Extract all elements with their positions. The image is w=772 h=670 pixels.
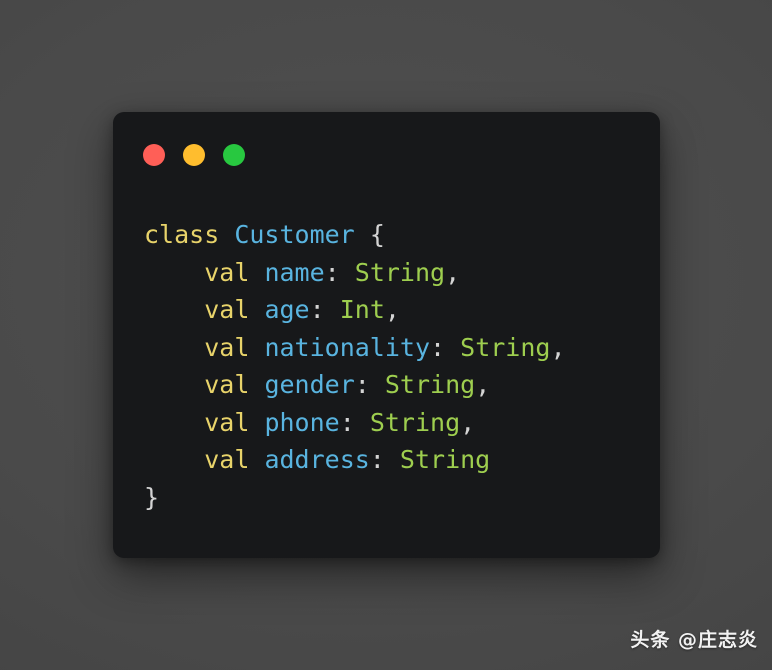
code-token-type: Int [339, 295, 385, 324]
code-token-punct: , [384, 295, 400, 324]
code-token-keyword: val [204, 370, 250, 399]
code-token-punct: , [550, 332, 566, 362]
code-line: val nationality: String, [144, 329, 660, 367]
code-token-punct: , [460, 407, 476, 437]
code-line: } [144, 479, 660, 517]
code-token-keyword: val [204, 407, 250, 437]
window-titlebar [113, 112, 660, 198]
code-token-keyword: val [204, 445, 250, 474]
code-line: val age: Int, [144, 291, 660, 329]
code-token-punct: : [354, 370, 370, 399]
code-line: val gender: String, [144, 366, 660, 404]
code-token-ident: name [264, 257, 325, 287]
code-token-ident: Customer [234, 220, 355, 249]
code-token-punct: : [324, 257, 340, 287]
code-line: val address: String [144, 441, 660, 479]
close-window-button[interactable] [143, 144, 165, 166]
maximize-window-button[interactable] [223, 144, 245, 166]
code-token-keyword: class [144, 220, 220, 249]
code-token-ident: nationality [264, 332, 431, 362]
code-token-punct: : [369, 445, 385, 474]
code-token-ident: phone [264, 407, 340, 437]
code-token-keyword: val [204, 257, 250, 287]
code-block: class Customer { val name: String, val a… [144, 216, 660, 516]
code-token-punct: } [144, 482, 160, 512]
code-token-type: String [354, 257, 446, 287]
code-token-ident: address [264, 445, 370, 474]
code-window: class Customer { val name: String, val a… [113, 112, 660, 558]
code-token-type: String [369, 407, 461, 437]
code-token-punct: : [309, 295, 325, 324]
code-token-punct: : [430, 332, 446, 362]
code-token-punct: , [475, 370, 491, 399]
code-token-type: String [384, 370, 476, 399]
code-token-ident: age [264, 295, 310, 324]
code-token-keyword: val [204, 332, 250, 362]
code-token-punct: { [369, 220, 385, 249]
code-token-punct: : [339, 407, 355, 437]
code-token-keyword: val [204, 295, 250, 324]
code-token-ident: gender [264, 370, 355, 399]
code-line: val phone: String, [144, 404, 660, 442]
code-line: class Customer { [144, 216, 660, 254]
code-token-type: String [399, 445, 491, 474]
code-line: val name: String, [144, 254, 660, 292]
traffic-light-buttons [143, 144, 245, 166]
code-editor-area[interactable]: class Customer { val name: String, val a… [113, 198, 660, 558]
watermark-text: 头条 @庄志炎 [630, 629, 758, 651]
minimize-window-button[interactable] [183, 144, 205, 166]
code-token-type: String [460, 332, 551, 362]
code-token-punct: , [445, 257, 461, 287]
